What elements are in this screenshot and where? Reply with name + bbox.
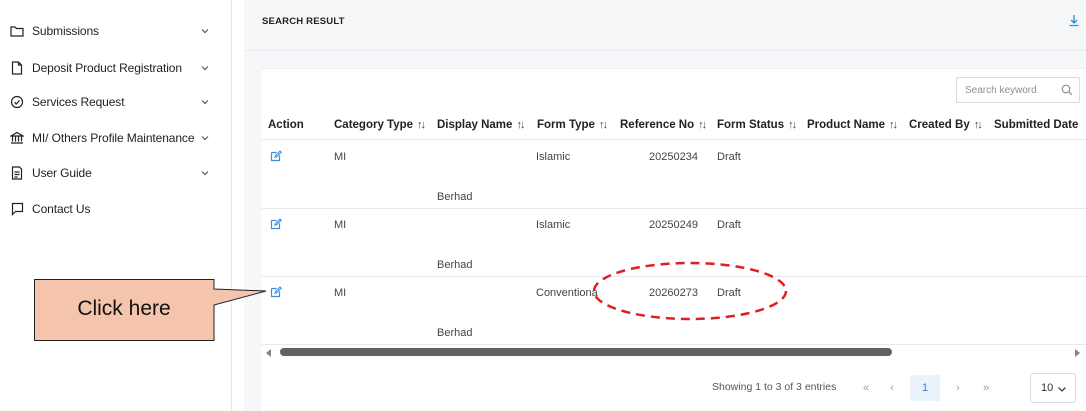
table-row: MI Islamic 20250234 Draft Berhad	[262, 141, 1086, 209]
display-name-cell: Berhad	[437, 327, 473, 339]
sort-icon[interactable]: ↑↓	[516, 119, 525, 131]
sidebar-item-contact-us[interactable]: Contact Us	[10, 197, 222, 221]
page-1-button[interactable]: 1	[910, 375, 940, 401]
form-status-cell: Draft	[717, 219, 741, 231]
column-header[interactable]: Created By ↑↓	[909, 119, 983, 131]
pagination: Showing 1 to 3 of 3 entries « ‹ 1 › » 10	[262, 365, 1086, 411]
badge-icon	[10, 95, 24, 109]
column-header-label: Category Type	[334, 119, 414, 131]
download-icon[interactable]	[1068, 14, 1080, 28]
chevron-down-icon	[200, 132, 210, 142]
scroll-right-arrow-icon[interactable]	[1075, 349, 1080, 357]
horizontal-scrollbar[interactable]	[262, 347, 1086, 359]
column-header-label: Created By	[909, 119, 970, 131]
form-type-cell: Islamic	[536, 219, 571, 231]
reference-no-cell: 20250249	[649, 219, 698, 231]
next-page-button[interactable]: ›	[946, 375, 970, 401]
sidebar-item-services-request[interactable]: Services Request	[10, 90, 222, 114]
column-header[interactable]: Reference No ↑↓	[620, 119, 707, 131]
scroll-left-arrow-icon[interactable]	[266, 349, 271, 357]
column-header-label: Action	[268, 119, 304, 131]
display-name-cell: Berhad	[437, 191, 473, 203]
sidebar-item-label: MI/ Others Profile Maintenance	[32, 131, 195, 145]
last-page-button[interactable]: »	[974, 375, 998, 401]
table-header: Action Category Type ↑↓ Display Name ↑↓ Fo…	[262, 114, 1086, 140]
category-type-cell: MI	[334, 151, 347, 163]
document-icon	[10, 61, 24, 75]
form-status-cell: Draft	[717, 151, 741, 163]
scrollbar-thumb[interactable]	[280, 348, 892, 356]
callout-text: Click here	[77, 297, 171, 320]
results-table: Action Category Type↑↓ Display Name↑↓ Fo…	[262, 68, 1086, 411]
sort-icon[interactable]: ↑↓	[889, 119, 898, 131]
search-result-card: SEARCH RESULT Action Category Type↑↓ Dis…	[244, 0, 1086, 411]
category-type-cell: MI	[334, 287, 347, 299]
display-name-cell: Berhad	[437, 259, 473, 271]
sort-icon[interactable]: ↑↓	[788, 119, 797, 131]
form-type-cell: Islamic	[536, 151, 571, 163]
column-header[interactable]: Submitted Date	[994, 119, 1078, 131]
page-size-value: 10	[1041, 382, 1054, 394]
sidebar-item-label: Submissions	[32, 24, 99, 38]
pagination-info: Showing 1 to 3 of 3 entries	[712, 381, 837, 393]
sidebar-item-label: Deposit Product Registration	[32, 61, 182, 75]
page-size-select[interactable]: 10	[1030, 373, 1076, 403]
sort-icon[interactable]: ↑↓	[417, 119, 426, 131]
column-header-label: Submitted Date	[994, 119, 1079, 131]
column-header[interactable]: Category Type ↑↓	[334, 119, 426, 131]
sidebar: Submissions Deposit Product Registration…	[0, 0, 232, 411]
first-page-button[interactable]: «	[854, 375, 878, 401]
column-header-label: Form Type	[537, 119, 595, 131]
chevron-down-icon	[200, 167, 210, 177]
sidebar-item-label: Contact Us	[32, 202, 91, 216]
folder-icon	[10, 24, 24, 38]
sidebar-item-profile-maintenance[interactable]: MI/ Others Profile Maintenance	[10, 126, 222, 150]
sort-icon[interactable]: ↑↓	[599, 119, 608, 131]
chevron-down-icon	[200, 62, 210, 72]
chevron-down-icon	[200, 25, 210, 35]
sidebar-item-user-guide[interactable]: User Guide	[10, 161, 222, 185]
column-header: Action	[268, 119, 304, 131]
form-type-cell: Conventiona	[536, 287, 598, 299]
edit-icon[interactable]	[270, 150, 282, 162]
column-header-label: Display Name	[437, 119, 513, 131]
highlight-ellipse	[592, 261, 788, 321]
sort-icon[interactable]: ↑↓	[974, 119, 983, 131]
column-header[interactable]: Form Type ↑↓	[537, 119, 608, 131]
bank-icon	[10, 131, 24, 145]
page-title: SEARCH RESULT	[262, 16, 345, 27]
sort-icon[interactable]: ↑↓	[698, 119, 707, 131]
column-header-label: Reference No	[620, 119, 695, 131]
previous-page-button[interactable]: ‹	[880, 375, 904, 401]
sidebar-item-label: Services Request	[32, 95, 125, 109]
chevron-down-icon	[200, 96, 210, 106]
main-panel: SEARCH RESULT Action Category Type↑↓ Dis…	[244, 0, 1086, 411]
column-header[interactable]: Product Name ↑↓	[807, 119, 898, 131]
click-here-callout: Click here	[34, 279, 267, 341]
chat-icon	[10, 202, 24, 216]
search-input[interactable]	[957, 84, 1053, 96]
sidebar-item-label: User Guide	[32, 166, 92, 180]
divider	[244, 50, 1086, 51]
guide-icon	[10, 166, 24, 180]
reference-no-cell: 20250234	[649, 151, 698, 163]
search-icon[interactable]	[1061, 84, 1073, 96]
column-header-label: Product Name	[807, 119, 885, 131]
category-type-cell: MI	[334, 219, 347, 231]
column-header[interactable]: Form Status ↑↓	[717, 119, 797, 131]
sidebar-item-submissions[interactable]: Submissions	[10, 19, 222, 43]
search-field[interactable]	[956, 77, 1080, 103]
column-header-label: Form Status	[717, 119, 785, 131]
column-header[interactable]: Display Name ↑↓	[437, 119, 525, 131]
sidebar-item-deposit-product-registration[interactable]: Deposit Product Registration	[10, 56, 222, 80]
edit-icon[interactable]	[270, 218, 282, 230]
chevron-down-icon	[1057, 384, 1067, 394]
